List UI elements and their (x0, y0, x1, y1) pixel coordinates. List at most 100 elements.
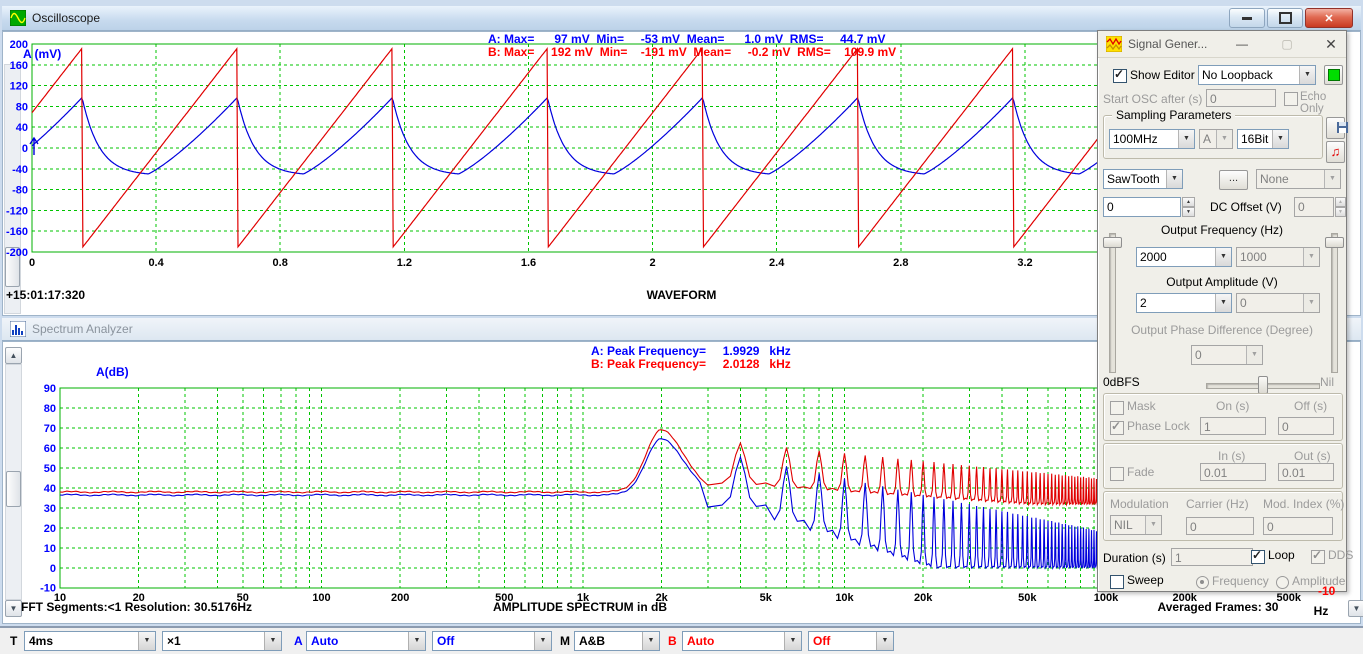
sweep-amplitude-radio[interactable] (1276, 576, 1289, 589)
mod-index-input[interactable]: 0 (1263, 517, 1333, 535)
signal-generator-titlebar[interactable]: Signal Gener... — ▢ ✕ (1098, 31, 1346, 58)
mask-off-input[interactable]: 0 (1278, 417, 1334, 435)
modulation-select[interactable]: NIL▼ (1110, 515, 1162, 535)
close-button[interactable]: ✕ (1305, 8, 1353, 28)
panel-maximize-icon[interactable]: ▢ (1278, 36, 1296, 52)
frequency-b-select[interactable]: 1000▼ (1236, 247, 1320, 267)
channel-b-range-select[interactable]: Auto▼ (682, 631, 802, 651)
wave-y-tick: 120 (10, 81, 28, 93)
channel-a-label: A (294, 634, 303, 648)
duration-input[interactable]: 1 (1171, 548, 1253, 566)
sweep-frequency-radio[interactable] (1196, 576, 1209, 589)
dc-offset-a-input[interactable]: 0 (1103, 197, 1181, 217)
spec-y-tick: 0 (50, 563, 56, 575)
echo-only-label: Echo Only (1300, 91, 1346, 115)
minimize-button[interactable] (1229, 8, 1265, 28)
echo-only-checkbox[interactable] (1284, 92, 1298, 106)
spec-y-tick: 70 (44, 423, 56, 435)
channel-b-coupling-select[interactable]: Off▼ (808, 631, 894, 651)
loop-checkbox[interactable] (1251, 550, 1265, 564)
fade-checkbox[interactable] (1110, 467, 1124, 481)
zoom-select[interactable]: ×1▼ (162, 631, 282, 651)
spec-y-tick: 80 (44, 403, 56, 415)
wave-y-tick: -120 (6, 205, 28, 217)
wave-x-tick: 0.4 (148, 257, 164, 269)
application-window: Oscilloscope ✕ A: Max= 97 mV Min= -53 mV… (0, 0, 1363, 652)
sampling-bits-select[interactable]: 16Bit▼ (1237, 129, 1289, 149)
fade-in-input[interactable]: 0.01 (1200, 463, 1266, 481)
duration-label: Duration (s) (1103, 551, 1166, 565)
mask-on-input[interactable]: 1 (1200, 417, 1266, 435)
dds-checkbox[interactable] (1311, 550, 1325, 564)
waveform-type-select[interactable]: SawTooth▼ (1103, 169, 1183, 189)
spec-y-tick: 90 (44, 383, 56, 395)
dbfs-slider-thumb[interactable] (1258, 376, 1268, 394)
wave-y-tick: -200 (6, 247, 28, 259)
run-button[interactable] (1324, 65, 1343, 85)
frequency-a-select[interactable]: 2000▼ (1136, 247, 1232, 267)
panel-close-icon[interactable]: ✕ (1322, 36, 1340, 52)
carrier-input[interactable]: 0 (1186, 517, 1254, 535)
loopback-select[interactable]: No Loopback▼ (1198, 65, 1316, 85)
mask-on-label: On (s) (1216, 399, 1249, 413)
amplitude-b-select[interactable]: 0▼ (1236, 293, 1320, 313)
freq-slider-a-thumb[interactable] (1103, 237, 1122, 248)
maximize-button[interactable] (1267, 8, 1303, 28)
mod-index-label: Mod. Index (%) (1263, 497, 1344, 511)
spectrum-title: Spectrum Analyzer (32, 322, 133, 336)
wave-y-tick: 200 (10, 39, 28, 51)
mask-checkbox[interactable] (1110, 401, 1124, 415)
oscilloscope-titlebar[interactable]: Oscilloscope ✕ (2, 6, 1361, 31)
fade-out-label: Out (s) (1294, 449, 1331, 463)
waveform-type-b-select[interactable]: None▼ (1256, 169, 1341, 189)
tone-button[interactable]: ♫ (1326, 141, 1345, 163)
sampling-rate-select[interactable]: 100MHz▼ (1109, 129, 1195, 149)
spec-scroll-up-button[interactable]: ▲ (5, 347, 22, 364)
phase-lock-checkbox[interactable] (1110, 421, 1124, 435)
freq-slider-b-thumb[interactable] (1325, 237, 1344, 248)
sweep-checkbox[interactable] (1110, 575, 1124, 589)
wave-x-tick: 1.2 (397, 257, 412, 269)
dc-offset-b-spinner[interactable]: ▲▼ (1335, 197, 1346, 217)
fade-in-label: In (s) (1218, 449, 1245, 463)
more-options-button[interactable]: ... (1219, 170, 1248, 190)
timebase-label: T (10, 634, 17, 648)
oscilloscope-icon (10, 10, 26, 26)
wave-x-tick: 2.8 (893, 257, 908, 269)
save-button[interactable] (1326, 117, 1345, 139)
amplitude-a-select[interactable]: 2▼ (1136, 293, 1232, 313)
timebase-select[interactable]: 4ms▼ (24, 631, 156, 651)
wave-x-tick: 2.4 (769, 257, 785, 269)
spec-x-title: AMPLITUDE SPECTRUM in dB (60, 600, 1100, 614)
freq-slider-a-track[interactable] (1109, 233, 1116, 373)
panel-minimize-icon[interactable]: — (1233, 36, 1251, 52)
channel-a-range-select[interactable]: Auto▼ (306, 631, 426, 651)
dc-offset-b-input[interactable]: 0 (1294, 197, 1334, 217)
start-osc-input[interactable]: 0 (1206, 89, 1276, 107)
sampling-channel-select[interactable]: A▼ (1199, 129, 1233, 149)
sampling-group-label: Sampling Parameters (1112, 108, 1235, 122)
show-editor-checkbox[interactable] (1113, 69, 1127, 83)
spec-averaged-frames: Averaged Frames: 30 (1103, 600, 1333, 614)
spec-y-tick: 20 (44, 523, 56, 535)
spec-y-tick: 40 (44, 483, 56, 495)
freq-slider-b-track[interactable] (1331, 233, 1338, 373)
sweep-frequency-label: Frequency (1212, 574, 1269, 588)
trigger-marker[interactable] (30, 138, 38, 155)
carrier-label: Carrier (Hz) (1186, 497, 1249, 511)
wave-x-tick: 0 (29, 257, 35, 269)
wave-y-tick: 80 (16, 101, 28, 113)
wave-y-tick: 0 (22, 143, 28, 155)
mode-select[interactable]: A&B▼ (574, 631, 660, 651)
output-amplitude-label: Output Amplitude (V) (1138, 275, 1306, 289)
phase-difference-select[interactable]: 0▼ (1191, 345, 1263, 365)
fade-label: Fade (1127, 465, 1154, 479)
channel-a-coupling-select[interactable]: Off▼ (432, 631, 552, 651)
signal-generator-panel: Signal Gener... — ▢ ✕ Show Editor No Loo… (1097, 30, 1347, 592)
dc-offset-a-spinner[interactable]: ▲▼ (1182, 197, 1195, 217)
fade-out-input[interactable]: 0.01 (1278, 463, 1334, 481)
wave-y-tick: -160 (6, 226, 28, 238)
modulation-label: Modulation (1110, 497, 1169, 511)
wave-y-tick: -80 (12, 185, 28, 197)
nil-label: Nil (1320, 375, 1334, 389)
